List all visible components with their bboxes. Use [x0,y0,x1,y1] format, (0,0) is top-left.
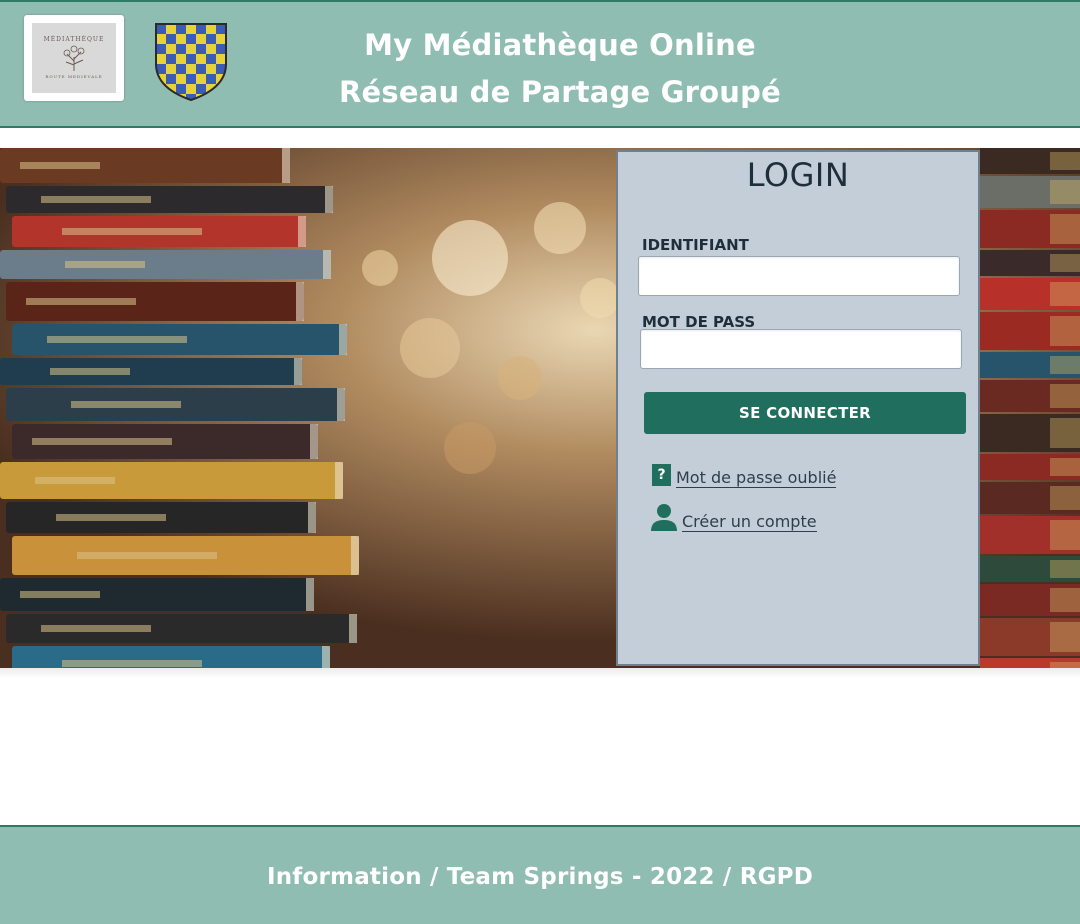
create-account-label[interactable]: Créer un compte [682,512,817,532]
password-input[interactable] [640,329,962,369]
site-title-line1: My Médiathèque Online [364,28,756,62]
logo-text-bottom: ROUTE MEDIEVALE [45,74,103,79]
logo-tree-icon [63,45,85,71]
forgot-password-label[interactable]: Mot de passe oublié [676,468,837,488]
create-account-link[interactable]: Créer un compte [650,502,817,532]
logo-image: MÉDIATHÈQUE ROUTE MEDIEVALE [32,23,116,93]
forgot-password-link[interactable]: ? Mot de passe oublié [652,462,837,488]
hero-shadow [0,668,1080,678]
question-icon: ? [652,464,671,486]
logo-text-top: MÉDIATHÈQUE [43,36,105,43]
mediatheque-logo[interactable]: MÉDIATHÈQUE ROUTE MEDIEVALE [24,15,124,101]
site-header: MÉDIATHÈQUE ROUTE MEDIEVALE My Médiathèq… [0,0,1080,128]
user-icon [651,504,677,531]
coat-of-arms-icon [155,23,227,102]
login-button[interactable]: SE CONNECTER [644,392,966,434]
identifiant-input[interactable] [638,256,960,296]
identifiant-label: IDENTIFIANT [642,236,749,254]
site-title: My Médiathèque Online Réseau de Partage … [300,24,820,113]
login-panel: LOGIN IDENTIFIANT MOT DE PASS SE CONNECT… [616,150,980,666]
login-title: LOGIN [746,156,850,194]
site-title-line2: Réseau de Partage Groupé [339,75,781,109]
site-footer: Information / Team Springs - 2022 / RGPD [0,825,1080,924]
footer-text[interactable]: Information / Team Springs - 2022 / RGPD [267,864,813,890]
